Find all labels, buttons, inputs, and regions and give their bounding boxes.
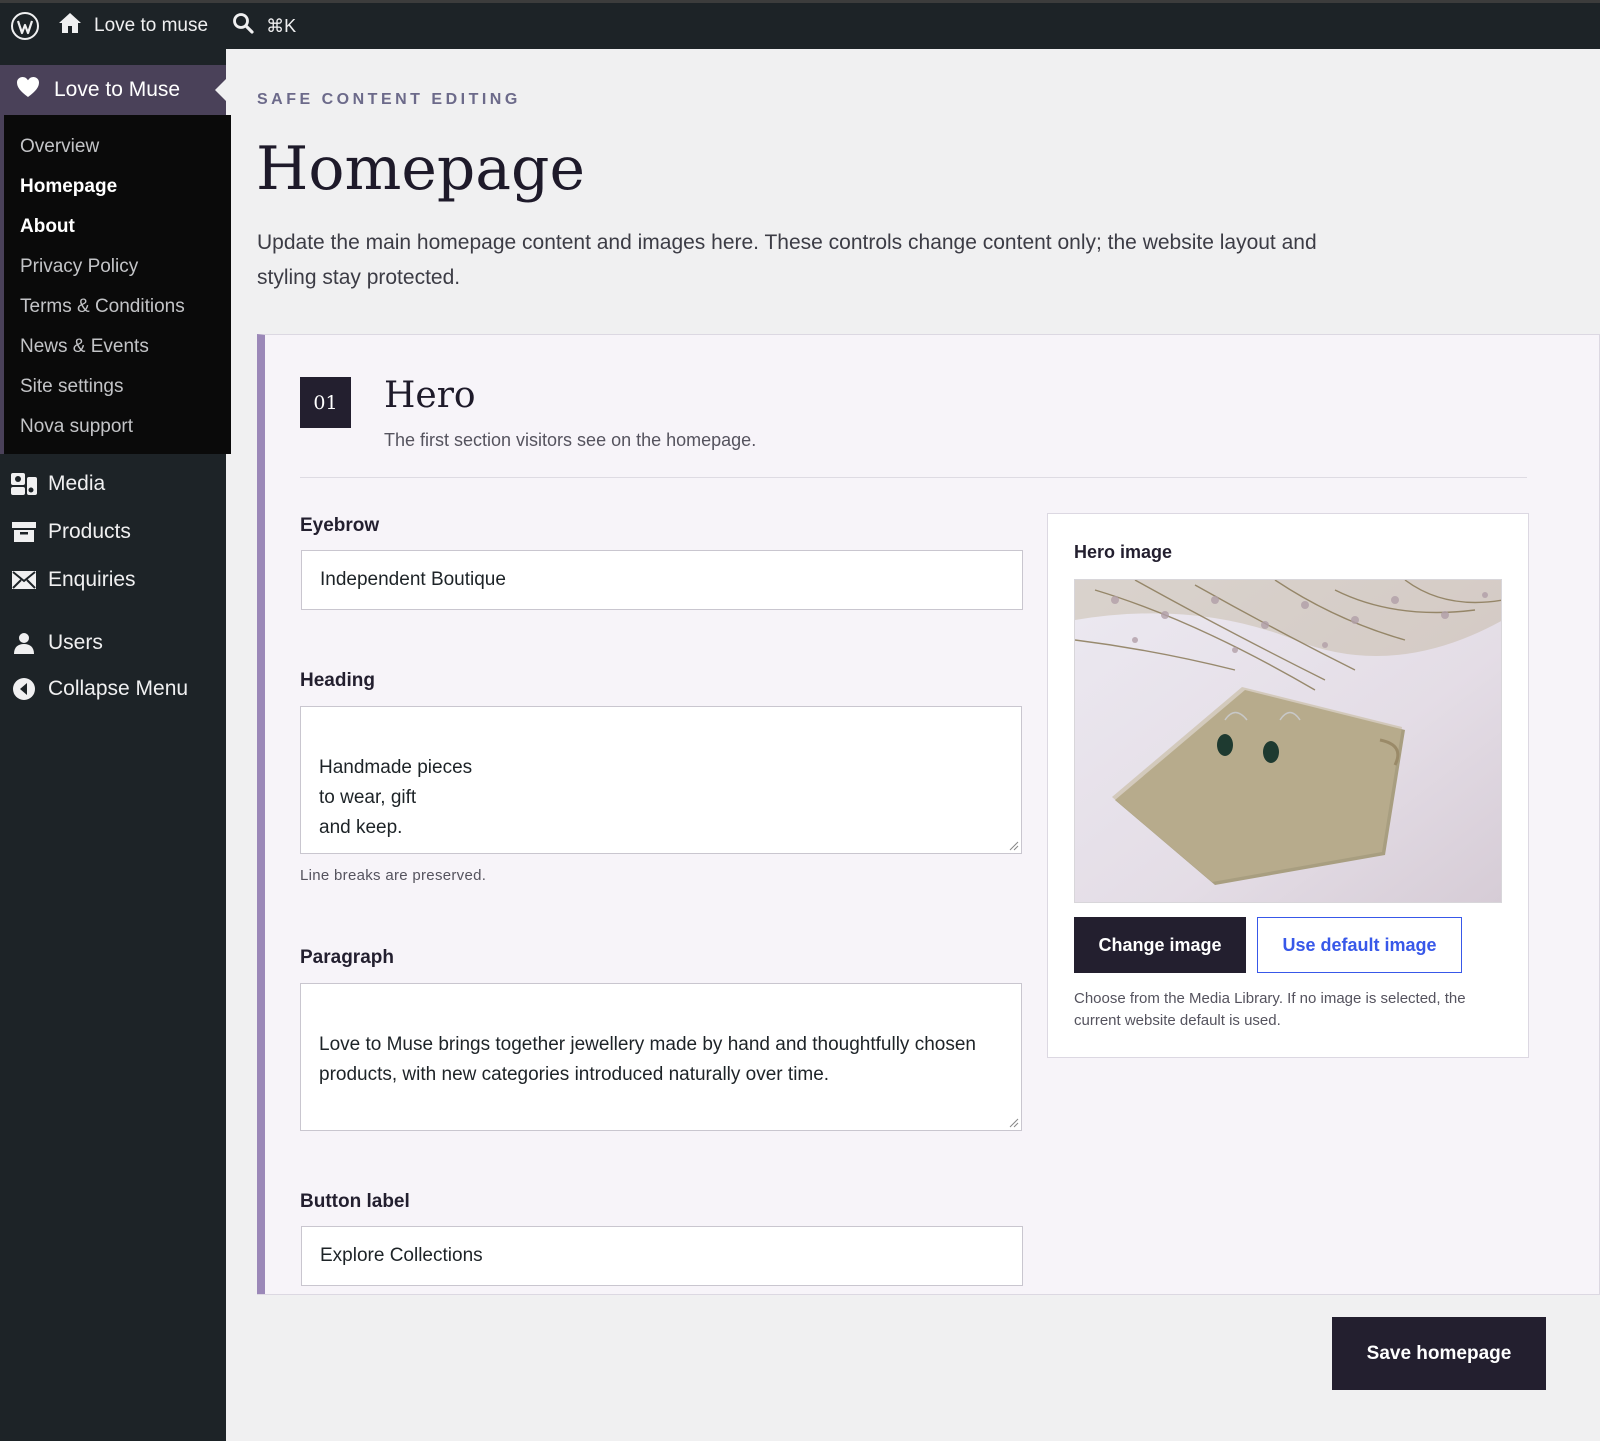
collapse-menu-label: Collapse Menu bbox=[48, 677, 189, 700]
media-icon bbox=[10, 471, 38, 497]
page-intro: Update the main homepage content and ima… bbox=[257, 231, 1317, 289]
heading-help-text: Line breaks are preserved. bbox=[300, 867, 487, 884]
submenu-item-privacy-policy[interactable]: Privacy Policy bbox=[4, 247, 231, 287]
button-label-label: Button label bbox=[300, 1191, 410, 1212]
search-shortcut: ⌘K bbox=[266, 15, 297, 36]
admin-sidebar: Love to Muse Overview Homepage About Pri… bbox=[0, 49, 231, 1441]
wordpress-logo-icon[interactable] bbox=[0, 3, 46, 49]
user-icon bbox=[10, 631, 38, 655]
hero-image-label: Hero image bbox=[1074, 542, 1173, 562]
command-search[interactable]: ⌘K bbox=[220, 3, 308, 49]
submenu-item-about[interactable]: About bbox=[4, 207, 231, 247]
search-icon bbox=[232, 12, 254, 40]
resize-grip-icon[interactable] bbox=[1008, 1117, 1019, 1128]
sidebar-item-label: Enquiries bbox=[48, 568, 136, 591]
collapse-menu-button[interactable]: Collapse Menu bbox=[0, 667, 226, 711]
change-image-button[interactable]: Change image bbox=[1074, 917, 1246, 973]
heading-value: Handmade pieces to wear, gift and keep. bbox=[319, 757, 473, 838]
eyebrow-label: Eyebrow bbox=[300, 515, 380, 536]
sidebar-item-media[interactable]: Media bbox=[0, 462, 226, 506]
sidebar-item-label: Users bbox=[48, 631, 103, 654]
submenu: Overview Homepage About Privacy Policy T… bbox=[0, 115, 231, 454]
section-number: 01 bbox=[300, 377, 351, 428]
hero-section-card: 01 Hero The first section visitors see o… bbox=[257, 334, 1600, 1441]
submenu-item-overview[interactable]: Overview bbox=[4, 127, 231, 167]
sidebar-item-love-to-muse[interactable]: Love to Muse bbox=[0, 65, 226, 115]
submenu-item-terms[interactable]: Terms & Conditions bbox=[4, 287, 231, 327]
hero-image-panel: Hero image Change image Use default imag… bbox=[1047, 513, 1529, 1058]
current-menu-arrow bbox=[215, 79, 226, 101]
admin-bar: Love to muse ⌘K bbox=[0, 0, 1600, 49]
collapse-icon bbox=[10, 677, 38, 701]
heading-textarea[interactable]: Handmade pieces to wear, gift and keep. bbox=[300, 706, 1022, 854]
use-default-image-button[interactable]: Use default image bbox=[1257, 917, 1462, 973]
submenu-item-news-events[interactable]: News & Events bbox=[4, 327, 231, 367]
paragraph-value: Love to Muse brings together jewellery m… bbox=[319, 1034, 976, 1085]
sidebar-item-label: Media bbox=[48, 472, 106, 495]
paragraph-textarea[interactable]: Love to Muse brings together jewellery m… bbox=[300, 983, 1022, 1131]
hero-image-preview bbox=[1074, 579, 1502, 903]
section-divider bbox=[300, 477, 1527, 478]
archive-box-icon bbox=[10, 521, 38, 543]
sidebar-item-label: Love to Muse bbox=[54, 78, 181, 101]
page-title: Homepage bbox=[256, 134, 585, 204]
image-help-text: Choose from the Media Library. If no ima… bbox=[1074, 990, 1466, 1029]
site-name: Love to muse bbox=[94, 15, 209, 36]
submenu-item-nova-support[interactable]: Nova support bbox=[4, 407, 231, 447]
eyebrow-input[interactable]: Independent Boutique bbox=[301, 550, 1023, 610]
submenu-item-homepage[interactable]: Homepage bbox=[4, 167, 231, 207]
paragraph-label: Paragraph bbox=[300, 947, 394, 968]
submenu-item-site-settings[interactable]: Site settings bbox=[4, 367, 231, 407]
sidebar-item-users[interactable]: Users bbox=[0, 621, 226, 665]
page-eyebrow: SAFE CONTENT EDITING bbox=[257, 91, 521, 108]
sidebar-item-enquiries[interactable]: Enquiries bbox=[0, 558, 226, 602]
resize-grip-icon[interactable] bbox=[1008, 840, 1019, 851]
save-bar: Save homepage bbox=[257, 1294, 1600, 1441]
envelope-icon bbox=[10, 570, 38, 590]
home-icon bbox=[58, 12, 82, 40]
main-content: SAFE CONTENT EDITING Homepage Update the… bbox=[226, 49, 1600, 1441]
section-title: Hero bbox=[384, 375, 476, 416]
sidebar-item-products[interactable]: Products bbox=[0, 510, 226, 554]
heart-icon bbox=[16, 76, 40, 104]
site-home-link[interactable]: Love to muse bbox=[46, 3, 220, 49]
section-subtitle: The first section visitors see on the ho… bbox=[384, 430, 757, 450]
button-label-input[interactable]: Explore Collections bbox=[301, 1226, 1023, 1286]
heading-label: Heading bbox=[300, 670, 375, 691]
save-homepage-button[interactable]: Save homepage bbox=[1332, 1317, 1546, 1390]
sidebar-item-label: Products bbox=[48, 520, 131, 543]
